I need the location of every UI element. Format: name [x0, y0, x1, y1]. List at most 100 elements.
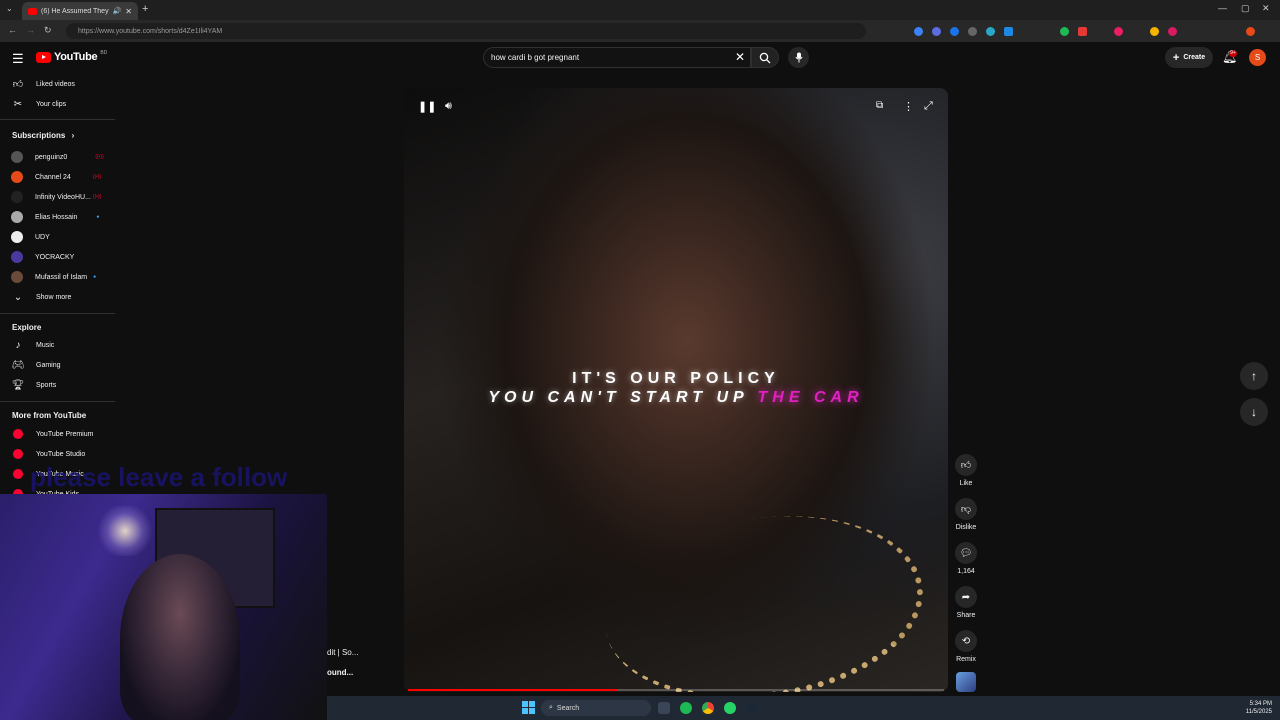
sidebar-item-youtube-premium[interactable]: YouTube Premium: [0, 424, 115, 444]
dislike-button[interactable]: 👎︎ Dislike: [952, 498, 980, 531]
logo-text: YouTube: [54, 51, 98, 63]
sidebar-item-label: Gaming: [36, 361, 61, 369]
extension-icon[interactable]: [1078, 27, 1087, 36]
minimize-window-button[interactable]: —: [1218, 3, 1227, 13]
sidebar-item-subscription[interactable]: Channel 24 ((•)): [0, 167, 115, 187]
reload-button[interactable]: ↻: [44, 25, 52, 36]
extension-icon[interactable]: [986, 27, 995, 36]
dislike-label: Dislike: [955, 524, 977, 531]
captions-icon[interactable]: ⧉: [876, 100, 883, 111]
url-bar[interactable]: https://www.youtube.com/shorts/d4Ze1Ili4…: [66, 23, 866, 39]
subscriptions-heading[interactable]: Subscriptions ›: [12, 131, 74, 140]
sidebar-item-subscription[interactable]: penguinz0 ((•)): [0, 147, 115, 167]
sidebar-item-subscription[interactable]: Infinity VideoHU... ((•)): [0, 187, 115, 207]
extension-icon[interactable]: [1004, 27, 1013, 36]
arrow-down-icon: ↓: [1251, 405, 1257, 419]
previous-short-button[interactable]: ↑: [1240, 362, 1268, 390]
sidebar-item-sports[interactable]: 🏆︎ Sports: [0, 375, 115, 395]
next-short-button[interactable]: ↓: [1240, 398, 1268, 426]
extension-icon[interactable]: [914, 27, 923, 36]
sidebar-item-label: YouTube Premium: [36, 430, 94, 438]
live-indicator-icon: ((•)): [92, 194, 102, 200]
channel-name: penguinz0: [35, 153, 68, 161]
forward-button[interactable]: →: [26, 25, 35, 35]
spotify-icon[interactable]: [680, 702, 692, 714]
new-tab-button[interactable]: +: [142, 3, 148, 15]
clear-search-icon[interactable]: ✕: [735, 50, 745, 64]
extension-icon[interactable]: [1114, 27, 1123, 36]
system-clock[interactable]: 5:34 PM 11/5/2025: [1236, 700, 1272, 716]
sidebar-item-label: YouTube Studio: [36, 450, 86, 458]
music-note-icon: ♪: [15, 339, 21, 351]
extension-icon[interactable]: [1168, 27, 1177, 36]
maximize-window-button[interactable]: ▢: [1241, 3, 1250, 14]
taskbar-search[interactable]: ⌕ Search: [541, 700, 651, 716]
sidebar-divider: [0, 313, 115, 314]
search-query: how cardi b got pregnant: [491, 53, 580, 62]
extension-icon[interactable]: [1060, 27, 1069, 36]
whatsapp-icon[interactable]: [724, 702, 736, 714]
video-caption-line-1: IT'S OUR POLICY: [572, 370, 780, 387]
live-indicator-icon: ((•)): [92, 174, 102, 180]
comments-button[interactable]: 💬︎ 1,164: [952, 542, 980, 575]
channel-name: Channel 24: [35, 173, 71, 181]
search-button[interactable]: [751, 47, 779, 68]
youtube-studio-icon: [13, 449, 23, 459]
share-button[interactable]: ➦ Share: [952, 586, 980, 619]
profile-avatar-icon[interactable]: [1246, 27, 1255, 36]
back-button[interactable]: ←: [8, 25, 17, 35]
extension-icon[interactable]: [950, 27, 959, 36]
sidebar-item-label: Music: [36, 341, 55, 349]
webcam-overlay: [0, 494, 327, 720]
sidebar-item-subscription[interactable]: UDY: [0, 227, 115, 247]
search-input[interactable]: how cardi b got pregnant: [483, 47, 751, 68]
browser-tab[interactable]: (6) He Assumed They Were... 🔊 ✕: [22, 2, 138, 20]
sidebar-item-liked-videos[interactable]: 👍︎ Liked videos: [0, 74, 115, 94]
live-indicator-icon: ((•)): [95, 154, 104, 160]
youtube-play-icon: [36, 51, 51, 63]
extension-icon[interactable]: [968, 27, 977, 36]
channel-avatar: [11, 231, 23, 243]
close-window-button[interactable]: ✕: [1262, 3, 1270, 14]
tab-close-icon[interactable]: ✕: [125, 7, 132, 16]
windows-taskbar: [327, 696, 1280, 720]
extension-icon[interactable]: [1150, 27, 1159, 36]
trophy-icon: 🏆︎: [11, 379, 25, 391]
plus-icon: +: [1172, 51, 1180, 64]
youtube-music-icon: [13, 469, 23, 479]
sidebar-item-youtube-studio[interactable]: YouTube Studio: [0, 444, 115, 464]
sidebar-item-gaming[interactable]: 🎮︎ Gaming: [0, 355, 115, 375]
pause-icon[interactable]: ❚❚: [418, 100, 436, 113]
like-button[interactable]: 👍︎ Like: [952, 454, 980, 487]
voice-search-button[interactable]: [788, 47, 809, 68]
remix-button[interactable]: ⟲ Remix: [952, 630, 980, 663]
create-button[interactable]: + Create: [1165, 47, 1213, 68]
remix-icon: ⟲: [955, 630, 977, 652]
windows-start-icon[interactable]: [522, 701, 535, 714]
sound-thumbnail[interactable]: [956, 672, 976, 692]
channel-name: Elias Hossain: [35, 213, 78, 221]
volume-icon[interactable]: 🔊︎: [445, 100, 452, 113]
sidebar-divider: [0, 401, 115, 402]
sidebar-item-your-clips[interactable]: ✂ Your clips: [0, 94, 115, 114]
account-avatar[interactable]: S: [1249, 49, 1266, 66]
fullscreen-icon[interactable]: ⤢: [924, 100, 933, 113]
channel-avatar: [11, 271, 23, 283]
more-options-icon[interactable]: ⋮: [903, 100, 914, 113]
chevron-down-icon: ⌄: [13, 291, 23, 303]
sidebar-item-subscription[interactable]: Elias Hossain ●: [0, 207, 115, 227]
steam-icon[interactable]: [746, 702, 758, 714]
chrome-icon[interactable]: [702, 702, 714, 714]
task-view-icon[interactable]: [658, 702, 670, 714]
youtube-logo[interactable]: YouTube BD: [36, 50, 107, 63]
sidebar-item-subscription[interactable]: Mufassil of Islam ●: [0, 267, 115, 287]
tab-search-icon[interactable]: ⌄: [6, 4, 13, 13]
show-more-button[interactable]: ⌄ Show more: [0, 287, 115, 307]
video-frame-chain: [593, 496, 935, 692]
partially-hidden-title: dit | So...: [327, 648, 359, 657]
sidebar-item-music[interactable]: ♪ Music: [0, 335, 115, 355]
menu-icon[interactable]: ☰: [12, 51, 24, 67]
channel-name: UDY: [35, 233, 50, 241]
extension-icon[interactable]: [932, 27, 941, 36]
sidebar-item-subscription[interactable]: YOCRACKY: [0, 247, 115, 267]
